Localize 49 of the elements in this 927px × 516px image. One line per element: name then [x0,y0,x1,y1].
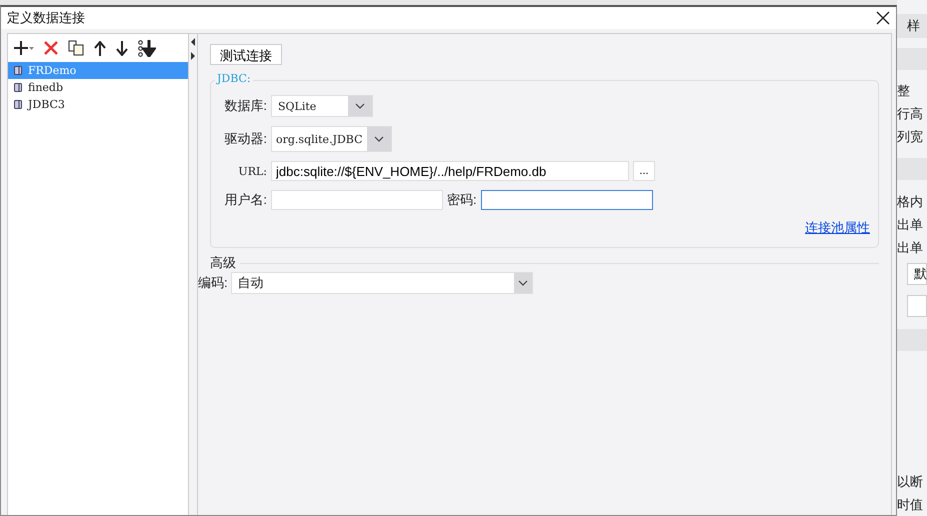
url-field[interactable]: jdbc:sqlite://${ENV_HOME}/../help/FRDemo.db [271,161,629,181]
test-connection-button[interactable]: 测试连接 [210,44,282,65]
pool-properties-link[interactable]: 连接池属性 [805,219,870,237]
chevron-down-icon [355,103,365,109]
field-label: 数据库: [223,97,267,115]
sort-icon[interactable] [138,40,156,56]
connection-item[interactable]: finedb [8,79,188,96]
property-label: 出单 [897,216,923,234]
chevron-down-icon [518,280,528,286]
database-icon [14,100,22,109]
group-legend: JDBC: [215,72,253,85]
section-header [897,158,927,180]
arrow-up-icon[interactable] [94,40,106,56]
encoding-select[interactable]: 自动 [230,272,533,294]
add-icon[interactable] [14,40,34,56]
property-label: 以断 [897,472,923,491]
password-field[interactable] [480,190,653,210]
property-label: 格内 [897,192,923,211]
database-icon [14,83,22,92]
input-field[interactable] [907,294,927,317]
close-icon[interactable] [876,11,890,25]
database-select[interactable]: SQLite [271,95,373,117]
section-header [897,328,927,351]
delete-icon[interactable] [44,41,58,55]
property-label: 列宽 [897,128,923,146]
expand-right-icon[interactable] [191,52,195,60]
database-icon [14,66,22,75]
style-select[interactable]: 默 [907,263,927,285]
property-label: 行高 [897,105,923,124]
driver-select[interactable]: org.sqlite.JDBC [271,126,392,152]
property-label: 整 [897,82,910,100]
field-label: 用户名: [223,191,267,209]
panel-tab[interactable]: 样 [897,14,927,38]
property-label: 出单 [897,238,923,257]
field-label: 驱动器: [223,130,267,148]
section-header [897,48,927,70]
chevron-down-icon [374,136,384,142]
field-label: URL: [237,164,267,178]
browse-button[interactable]: ... [633,161,655,181]
window-title: 定义数据连接 [7,9,85,27]
connection-item[interactable]: JDBC3 [8,96,188,113]
collapse-left-icon[interactable] [191,38,195,46]
copy-icon[interactable] [68,40,84,56]
username-field[interactable] [271,190,443,210]
property-label: 时值 [897,496,923,514]
field-label: 密码: [447,191,477,209]
section-title: 高级 [210,254,236,272]
arrow-down-icon[interactable] [116,40,128,56]
field-label: 编码: [198,274,228,292]
